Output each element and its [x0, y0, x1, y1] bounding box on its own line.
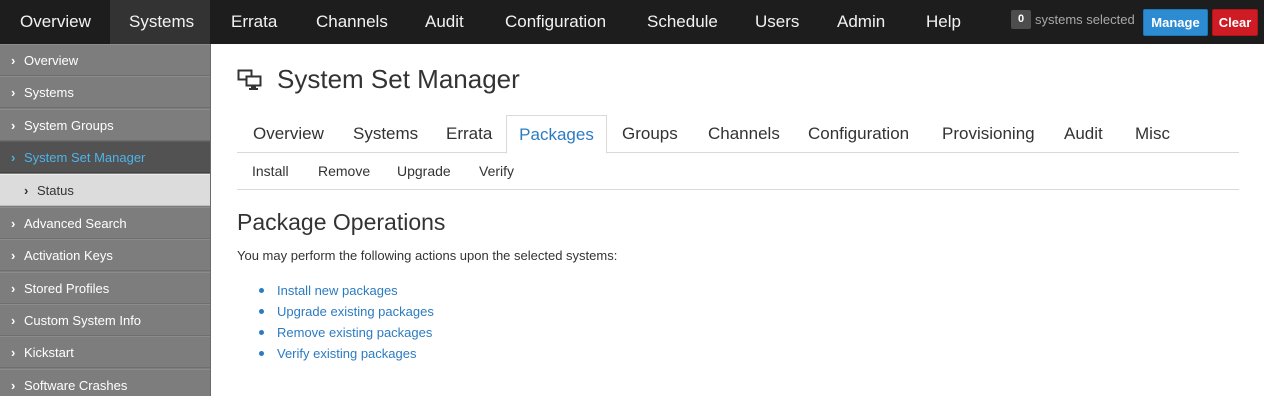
sidebar-item-system-set-manager[interactable]: › System Set Manager	[0, 141, 210, 173]
nav-configuration[interactable]: Configuration	[505, 0, 606, 44]
selected-systems-label: systems selected	[1035, 12, 1135, 27]
tab-errata[interactable]: Errata	[446, 115, 492, 153]
tab-misc[interactable]: Misc	[1135, 115, 1170, 153]
chevron-right-icon: ›	[11, 345, 16, 360]
sidebar-item-label: Stored Profiles	[24, 281, 110, 296]
bullet-icon	[259, 330, 264, 335]
nav-users[interactable]: Users	[755, 0, 799, 44]
clear-button[interactable]: Clear	[1212, 9, 1258, 36]
ssm-tabs: Overview Systems Errata Packages Groups …	[237, 115, 1239, 154]
sidebar-item-label: Custom System Info	[24, 313, 142, 328]
list-item: Verify existing packages	[259, 343, 434, 364]
manage-button[interactable]: Manage	[1143, 9, 1208, 36]
selected-count-badge: 0	[1011, 10, 1031, 29]
section-description: You may perform the following actions up…	[237, 248, 618, 263]
sidebar-item-status[interactable]: › Status	[0, 174, 210, 206]
sidebar-item-label: System Set Manager	[24, 150, 146, 165]
tab-configuration[interactable]: Configuration	[808, 115, 909, 153]
bullet-icon	[259, 309, 264, 314]
chevron-right-icon: ›	[11, 85, 16, 100]
nav-audit[interactable]: Audit	[425, 0, 464, 44]
package-subtabs: Install Remove Upgrade Verify	[237, 153, 1239, 190]
subtab-remove[interactable]: Remove	[318, 153, 370, 190]
tab-channels[interactable]: Channels	[708, 115, 780, 153]
bullet-icon	[259, 288, 264, 293]
sidebar-item-stored-profiles[interactable]: › Stored Profiles	[0, 272, 210, 304]
page-title: System Set Manager	[277, 64, 520, 94]
tab-packages[interactable]: Packages	[506, 115, 607, 154]
list-item: Remove existing packages	[259, 322, 434, 343]
sidebar-item-overview[interactable]: › Overview	[0, 44, 210, 76]
tab-provisioning[interactable]: Provisioning	[942, 115, 1035, 153]
tab-audit[interactable]: Audit	[1064, 115, 1103, 153]
bullet-icon	[259, 351, 264, 356]
sidebar-item-custom-system-info[interactable]: › Custom System Info	[0, 304, 210, 336]
chevron-right-icon: ›	[11, 313, 16, 328]
system-set-icon	[237, 69, 262, 90]
action-list: Install new packages Upgrade existing pa…	[259, 280, 434, 364]
nav-channels[interactable]: Channels	[316, 0, 388, 44]
list-item: Upgrade existing packages	[259, 301, 434, 322]
install-packages-link[interactable]: Install new packages	[277, 283, 398, 298]
sidebar-item-label: Activation Keys	[24, 248, 113, 263]
sidebar-item-systems[interactable]: › Systems	[0, 76, 210, 108]
top-navbar: Overview Systems Errata Channels Audit C…	[0, 0, 1264, 44]
chevron-right-icon: ›	[11, 378, 16, 393]
chevron-right-icon: ›	[11, 150, 16, 165]
upgrade-packages-link[interactable]: Upgrade existing packages	[277, 304, 434, 319]
sidebar-item-label: Kickstart	[24, 345, 74, 360]
tab-overview[interactable]: Overview	[253, 115, 324, 153]
verify-packages-link[interactable]: Verify existing packages	[277, 346, 416, 361]
subtab-install[interactable]: Install	[252, 153, 289, 190]
nav-errata[interactable]: Errata	[231, 0, 277, 44]
section-heading: Package Operations	[237, 209, 446, 235]
tab-systems[interactable]: Systems	[353, 115, 418, 153]
tab-groups[interactable]: Groups	[622, 115, 678, 153]
sidebar-item-software-crashes[interactable]: › Software Crashes	[0, 369, 210, 396]
nav-schedule[interactable]: Schedule	[647, 0, 718, 44]
chevron-right-icon: ›	[11, 53, 16, 68]
subtab-verify[interactable]: Verify	[479, 153, 514, 190]
chevron-right-icon: ›	[11, 248, 16, 263]
nav-systems[interactable]: Systems	[110, 0, 210, 44]
remove-packages-link[interactable]: Remove existing packages	[277, 325, 432, 340]
sidebar-item-activation-keys[interactable]: › Activation Keys	[0, 239, 210, 271]
sidebar: › Overview › Systems › System Groups › Syste…	[0, 44, 211, 396]
nav-overview[interactable]: Overview	[0, 0, 110, 44]
chevron-right-icon: ›	[11, 118, 16, 133]
chevron-right-icon: ›	[11, 216, 16, 231]
sidebar-item-advanced-search[interactable]: › Advanced Search	[0, 207, 210, 239]
sidebar-item-kickstart[interactable]: › Kickstart	[0, 336, 210, 368]
sidebar-item-label: Advanced Search	[24, 216, 127, 231]
chevron-right-icon: ›	[24, 183, 29, 198]
chevron-right-icon: ›	[11, 281, 16, 296]
nav-admin[interactable]: Admin	[837, 0, 885, 44]
list-item: Install new packages	[259, 280, 434, 301]
sidebar-item-label: System Groups	[24, 118, 114, 133]
subtab-upgrade[interactable]: Upgrade	[397, 153, 451, 190]
sidebar-item-label: Systems	[24, 85, 74, 100]
sidebar-item-label: Software Crashes	[24, 378, 128, 393]
nav-help[interactable]: Help	[926, 0, 961, 44]
sidebar-item-label: Status	[37, 183, 74, 198]
sidebar-item-system-groups[interactable]: › System Groups	[0, 109, 210, 141]
sidebar-item-label: Overview	[24, 53, 79, 68]
